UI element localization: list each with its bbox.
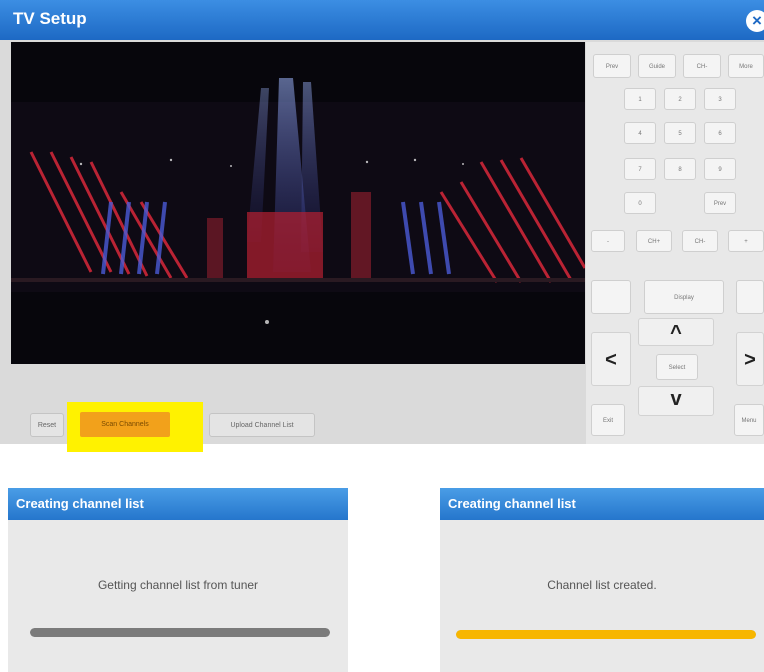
dialog-message: Getting channel list from tuner — [97, 578, 259, 592]
remote-digit-0[interactable]: 0 — [624, 192, 656, 214]
close-icon[interactable]: × — [746, 10, 764, 32]
progress-bar — [456, 630, 756, 639]
remote-exit-button[interactable]: Exit — [591, 404, 625, 436]
dialog-header: Creating channel list — [8, 488, 348, 520]
remote-display-button[interactable]: Display — [644, 280, 724, 314]
chevron-down-icon: v — [670, 388, 682, 410]
remote-digit-8[interactable]: 8 — [664, 158, 696, 180]
stage-image — [11, 42, 585, 364]
remote-digit-4[interactable]: 4 — [624, 122, 656, 144]
remote-panel: Prev Guide CH- More 1 2 3 4 5 6 7 8 9 0 … — [586, 42, 764, 444]
scan-channels-button[interactable]: Scan Channels — [80, 412, 170, 437]
left-arrow-button[interactable]: < — [591, 332, 631, 386]
dialog-title: Creating channel list — [448, 496, 576, 511]
remote-prev-button[interactable]: Prev — [593, 54, 631, 78]
dialog-message: Channel list created. — [547, 578, 657, 592]
reset-button[interactable]: Reset — [30, 413, 64, 437]
right-arrow-button[interactable]: > — [736, 332, 764, 386]
remote-digit-6[interactable]: 6 — [704, 122, 736, 144]
dialog-title: Creating channel list — [16, 496, 144, 511]
remote-ch-up-button[interactable]: CH+ — [636, 230, 672, 252]
remote-guide-button[interactable]: Guide — [638, 54, 676, 78]
chevron-up-icon: ^ — [670, 322, 682, 344]
remote-more-button[interactable]: More — [728, 54, 764, 78]
chevron-right-icon: > — [744, 349, 756, 371]
remote-prev-channel-button[interactable]: Prev — [704, 192, 736, 214]
remote-blank-left-button[interactable] — [591, 280, 631, 314]
title-bar: TV Setup × — [0, 0, 764, 40]
remote-vol-up-button[interactable]: + — [728, 230, 764, 252]
remote-digit-5[interactable]: 5 — [664, 122, 696, 144]
remote-digit-9[interactable]: 9 — [704, 158, 736, 180]
remote-digit-1[interactable]: 1 — [624, 88, 656, 110]
remote-ch-down-button[interactable]: CH- — [682, 230, 718, 252]
up-arrow-button[interactable]: ^ — [638, 318, 714, 346]
dialog-header: Creating channel list — [440, 488, 764, 520]
upload-channel-list-button[interactable]: Upload Channel List — [209, 413, 315, 437]
progress-bar — [30, 628, 330, 637]
chevron-left-icon: < — [605, 349, 617, 371]
remote-digit-3[interactable]: 3 — [704, 88, 736, 110]
remote-blank-right-button[interactable] — [736, 280, 764, 314]
progress-dialog-created: Creating channel list Channel list creat… — [440, 488, 764, 672]
window-title: TV Setup — [13, 9, 87, 28]
progress-dialog-getting: Creating channel list Getting channel li… — [8, 488, 348, 672]
video-preview — [11, 42, 585, 364]
tv-setup-window: TV Setup × Reset Scan Channels Upload Ch… — [0, 0, 764, 452]
remote-menu-button[interactable]: Menu — [734, 404, 764, 436]
remote-select-button[interactable]: Select — [656, 354, 698, 380]
down-arrow-button[interactable]: v — [638, 386, 714, 416]
remote-vol-down-button[interactable]: - — [591, 230, 625, 252]
remote-ch-minus-button[interactable]: CH- — [683, 54, 721, 78]
remote-digit-7[interactable]: 7 — [624, 158, 656, 180]
remote-digit-2[interactable]: 2 — [664, 88, 696, 110]
progress-fill — [30, 628, 330, 637]
progress-fill — [456, 630, 756, 639]
